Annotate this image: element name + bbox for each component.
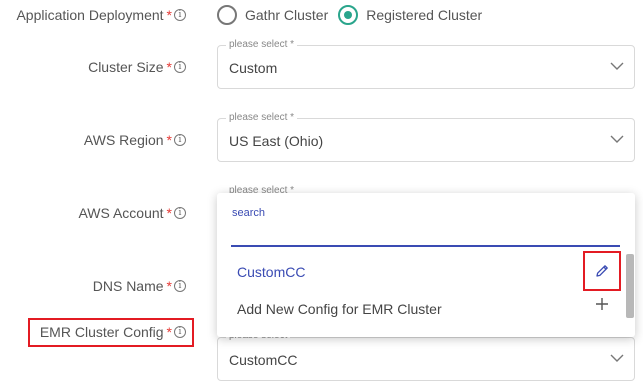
chevron-down-icon[interactable] — [610, 134, 624, 144]
dns-name-label: DNS Name * i — [93, 278, 186, 294]
radio-gathr-cluster[interactable]: Gathr Cluster — [217, 5, 328, 25]
cluster-size-label: Cluster Size * i — [88, 59, 186, 75]
info-icon[interactable]: i — [174, 61, 186, 73]
pencil-icon[interactable] — [594, 263, 610, 279]
radio-registered-cluster[interactable]: Registered Cluster — [338, 5, 482, 25]
info-icon[interactable]: i — [174, 9, 186, 21]
aws-region-label: AWS Region * i — [84, 132, 186, 148]
plus-icon[interactable] — [595, 297, 609, 311]
highlight-box-emr-label — [28, 318, 194, 347]
dropdown-item-customcc[interactable]: CustomCC — [237, 264, 305, 280]
aws-account-dropdown: search CustomCC Add New Config for EMR C… — [217, 193, 635, 337]
deployment-radio-group: Gathr Cluster Registered Cluster — [217, 5, 492, 25]
cluster-size-select[interactable]: please select * Custom — [217, 39, 635, 89]
info-icon[interactable]: i — [174, 207, 186, 219]
emr-config-select[interactable]: please select CustomCC — [217, 330, 635, 381]
scrollbar[interactable] — [626, 254, 634, 318]
search-label: search — [232, 207, 266, 219]
search-input[interactable] — [231, 245, 620, 247]
info-icon[interactable]: i — [174, 134, 186, 146]
aws-region-select[interactable]: please select * US East (Ohio) — [217, 112, 635, 162]
chevron-down-icon[interactable] — [610, 61, 624, 71]
edit-button[interactable] — [583, 251, 621, 291]
radio-unchecked-icon[interactable] — [217, 5, 237, 25]
info-icon[interactable]: i — [174, 280, 186, 292]
app-deploy-label: Application Deployment * i — [16, 7, 186, 23]
chevron-down-icon[interactable] — [610, 353, 624, 363]
dropdown-item-add-new-config[interactable]: Add New Config for EMR Cluster — [237, 301, 442, 317]
aws-account-label: AWS Account * i — [78, 205, 186, 221]
radio-checked-icon[interactable] — [338, 5, 359, 25]
